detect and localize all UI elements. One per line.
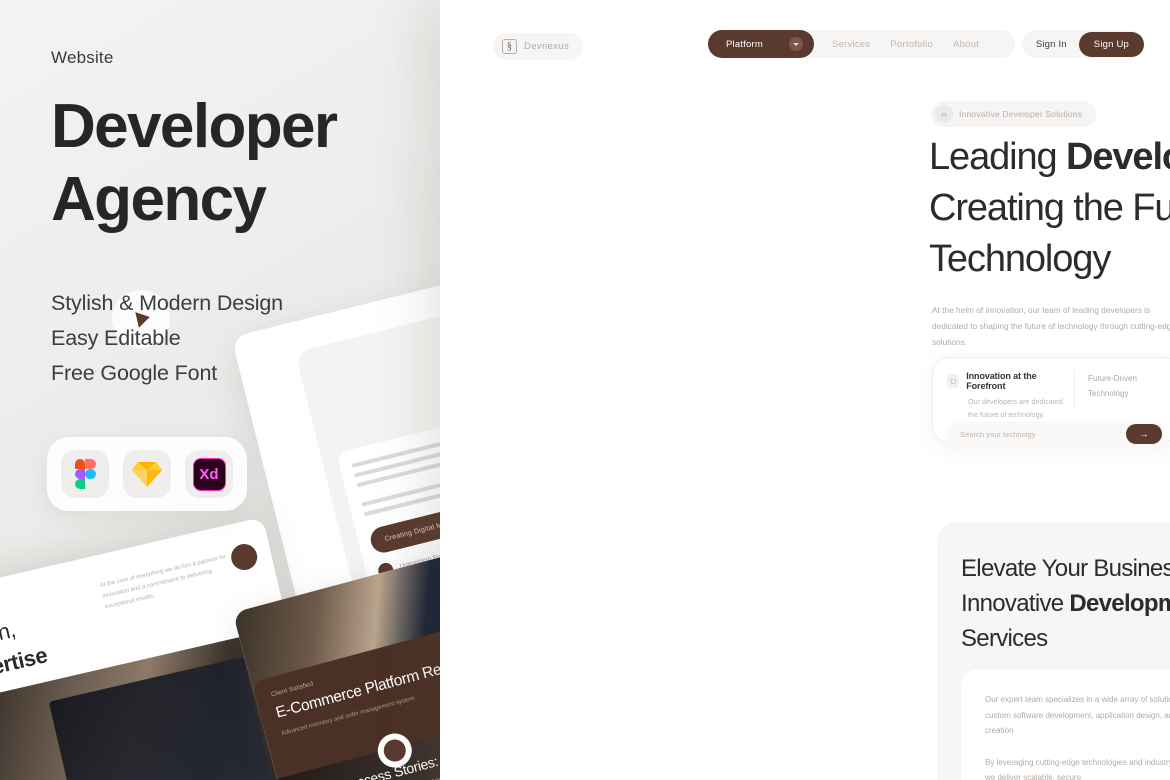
hero-card-top: ◻ Innovation at the Forefront Our develo… [947,371,1165,419]
chevron-down-icon [788,37,803,51]
auth-group: Sign In Sign Up [1021,30,1144,58]
code-icon: ‹› [935,105,953,123]
hero-card-title: Innovation at the Forefront [966,371,1037,391]
elevate-title-part2: Services [961,624,1048,652]
promo-kicker: Website [51,48,114,67]
hero-search-bar[interactable]: → [947,421,1165,447]
ghost-line [351,424,440,469]
figma-chip [61,450,109,498]
ghost-line [354,436,440,478]
monitor-icon: ◻ [947,374,960,388]
sketch-icon [132,462,162,487]
promo-feature-list: Stylish & Modern Design Easy Editable Fr… [51,286,440,390]
elevate-title-strong: Development [1069,589,1170,617]
hero-badge: ‹› Innovative Developer Solutions [931,101,1097,127]
hero-title-part1: Leading [929,136,1067,178]
elevate-paragraph-2: By leveraging cutting-edge technologies … [985,757,1170,780]
tool-badge-strip: Xd [47,437,247,511]
adobe-xd-icon: Xd [192,457,226,491]
nav-item-services[interactable]: Services [832,39,870,50]
adobe-xd-chip: Xd [185,450,233,498]
hero-badge-label: Innovative Developer Solutions [959,109,1083,119]
promo-feature-item: Stylish & Modern Design [51,291,283,316]
elevate-content-card: Our expert team specializes in a wide ar… [961,670,1170,780]
hero-card-head: ◻ Innovation at the Forefront [947,371,1064,391]
sign-in-button[interactable]: Sign In [1036,39,1067,50]
elevate-title: Elevate Your Business: Innovative Develo… [961,552,1170,656]
search-submit-button[interactable]: → [1126,424,1162,444]
hero-title-part2: Creating the Future of Technology [929,186,1170,280]
site-header: § Devnexus Platform Services Portofolio … [440,30,1170,72]
promo-title: Developer Agency [51,90,440,236]
search-input[interactable] [960,429,1110,439]
sign-up-button[interactable]: Sign Up [1078,31,1144,57]
elevate-paragraph-1: Our expert team specializes in a wide ar… [985,695,1170,736]
nav-platform-label: Platform [726,38,763,50]
nav-item-portofolio[interactable]: Portofolio [890,39,933,50]
promo-panel: Elevate Innovati Services Creating Digit… [0,0,440,780]
elevate-section: Elevate Your Business: Innovative Develo… [937,522,1170,780]
nav-item-platform[interactable]: Platform [708,30,814,58]
sketch-chip [123,450,171,498]
promo-title-line1: Developer [51,92,338,161]
hero-paragraph: At the helm of innovation, our team of l… [932,305,1170,348]
hero-title: Leading Developers Creating the Future o… [929,132,1170,285]
promo-text-block: Website Developer Agency Stylish & Moder… [51,48,440,391]
promo-feature-item: Free Google Font [51,360,218,385]
mockup-b-paragraph: At the core of everything we do lies a p… [99,554,227,611]
hero-card-description: Our developers are dedicated the future … [968,397,1063,420]
hero-card-left: ◻ Innovation at the Forefront Our develo… [947,371,1076,419]
website-preview: § Devnexus Platform Services Portofolio … [440,0,1170,780]
figma-icon [74,458,96,490]
hero-card-right-label: Future-Driven Technology [1088,374,1137,399]
main-nav: Platform Services Portofolio About [708,30,1016,58]
brand-logo[interactable]: § Devnexus [493,33,584,60]
nav-item-about[interactable]: About [953,39,979,50]
logo-mark-icon: § [502,39,517,54]
hero-feature-card: ◻ Innovation at the Forefront Our develo… [932,357,1170,447]
logo-text: Devnexus [524,41,570,52]
promo-feature-item: Easy Editable [51,326,181,351]
promo-title-line2: Agency [51,165,267,235]
elevate-card-left: Our expert team specializes in a wide ar… [985,692,1170,780]
hero-title-strong: Developers [1066,136,1170,178]
